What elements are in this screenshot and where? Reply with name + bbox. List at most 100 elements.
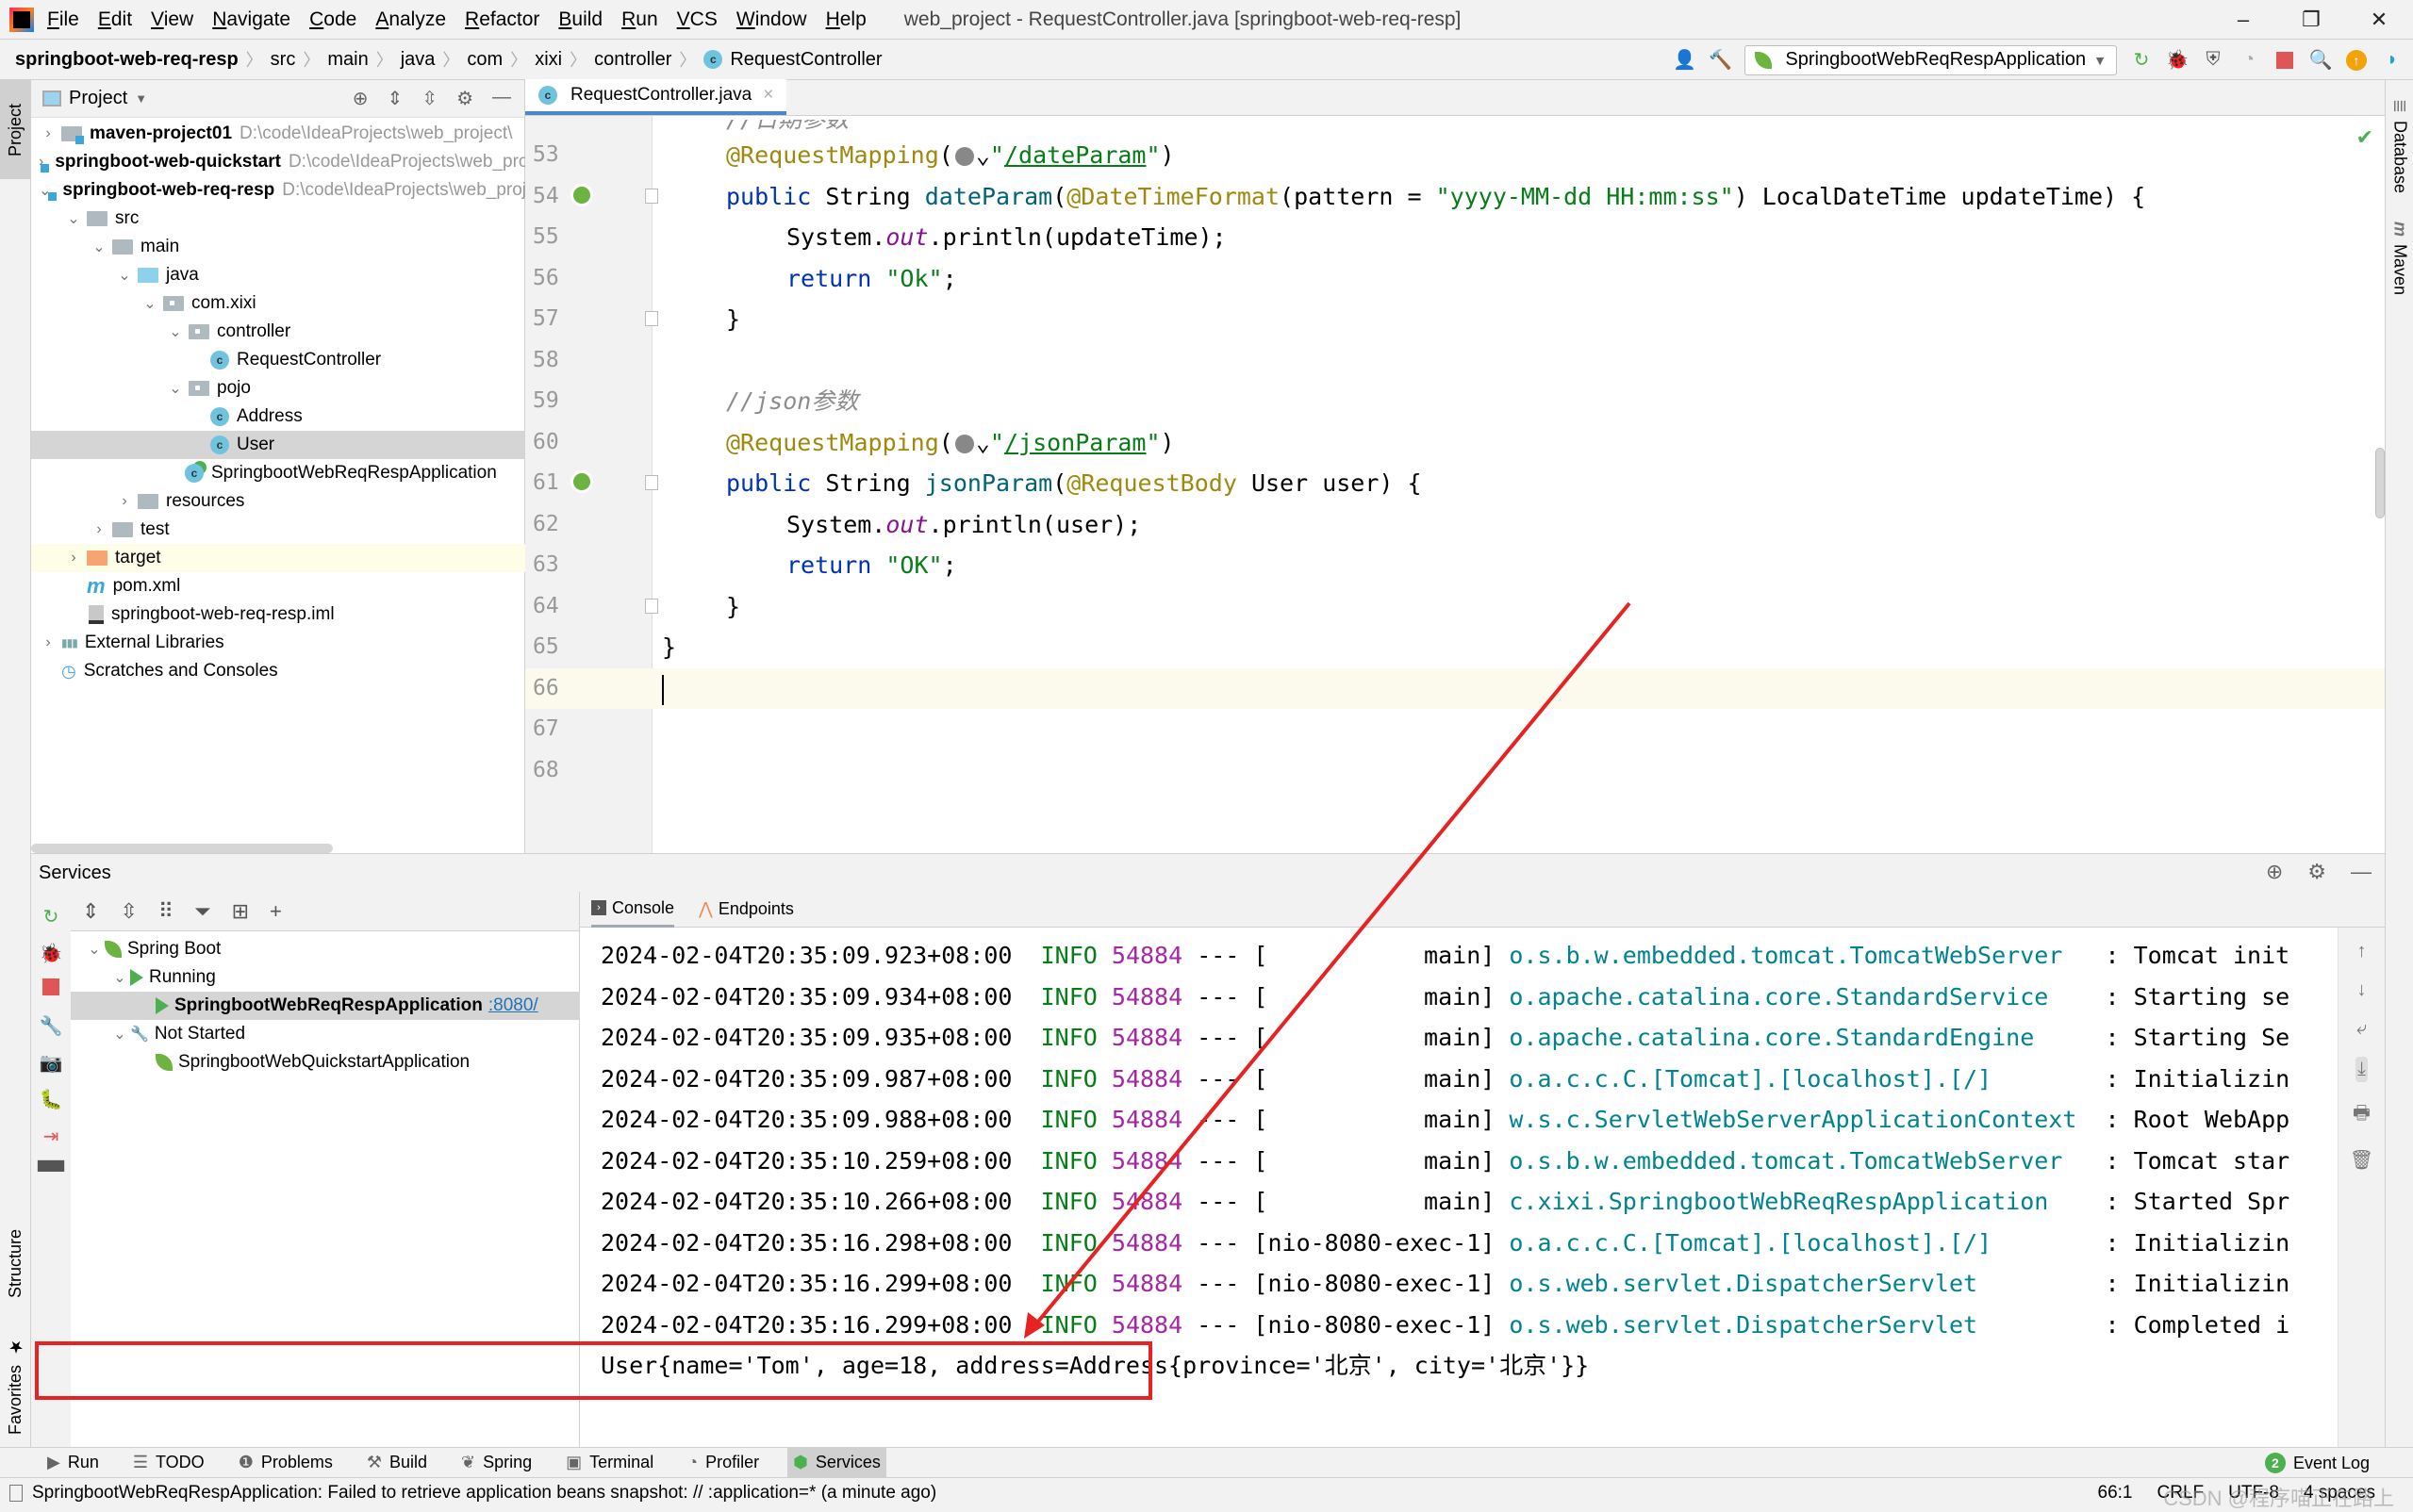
log-thread: [ main]: [1253, 1146, 1496, 1175]
log-pid: 54884: [1111, 1228, 1183, 1257]
log-line: 2024-02-04T20:35:10.259+08:00 INFO 54884…: [601, 1141, 2305, 1181]
log-timestamp: 2024-02-04T20:35:10.266+08:00: [601, 1188, 1013, 1215]
log-message: : Initializing Spring DispatcherServlet: [2105, 1228, 2305, 1257]
inspection-ok-icon[interactable]: ✔: [2356, 125, 2373, 150]
plugin-icon[interactable]: ◗: [2381, 49, 2404, 72]
log-logger: o.a.c.c.C.[Tomcat].[localhost].[/]: [1509, 1228, 2091, 1257]
log-pid: 54884: [1111, 942, 1183, 969]
log-logger: o.apache.catalina.core.StandardEngine: [1509, 1024, 2091, 1051]
log-pid: 54884: [1111, 1146, 1183, 1175]
log-level: INFO: [1040, 982, 1098, 1011]
log-line: 2024-02-04T20:35:09.934+08:00 INFO 54884…: [601, 977, 2305, 1017]
tab-database-label: Database: [2390, 121, 2410, 194]
todo-icon: ☰: [132, 1453, 149, 1471]
log-message: : Starting Servlet engine: [2105, 1024, 2305, 1051]
tab-database[interactable]: ≣ Database: [2386, 99, 2413, 212]
event-log-badge: 2: [2264, 1453, 2286, 1473]
tab-terminal-label: Terminal: [589, 1453, 654, 1471]
log-pid: 54884: [1111, 1106, 1183, 1133]
log-logger: c.xixi.SpringbootWebReqRespApplication: [1509, 1188, 2091, 1215]
log-pid: 54884: [1111, 1310, 1183, 1339]
log-pid: 54884: [1111, 1064, 1183, 1093]
run-icon: ▶: [47, 1453, 60, 1471]
log-level: INFO: [1040, 1064, 1098, 1093]
scroll-to-end-icon[interactable]: ⤓: [2355, 1057, 2368, 1082]
log-message: : Tomcat initialized with port(s): 8080 …: [2105, 942, 2305, 969]
log-line: 2024-02-04T20:35:09.988+08:00 INFO 54884…: [601, 1099, 2305, 1140]
editor-scrollbar[interactable]: [2375, 448, 2385, 518]
tab-services[interactable]: ⬢ Services: [787, 1447, 886, 1478]
log-message: : Starting service [Tomcat]: [2105, 982, 2305, 1011]
log-level: INFO: [1040, 1188, 1098, 1215]
log-message: : Initializing Servlet: [2105, 1270, 2305, 1297]
log-message: : Root WebApplicationContext: [2105, 1106, 2305, 1133]
log-message: : Completed initialization: [2105, 1310, 2290, 1339]
log-level: INFO: [1040, 1024, 1098, 1051]
log-thread: [nio-8080-exec-1]: [1253, 1310, 1496, 1339]
right-tool-strip: ≣ Database m Maven: [2385, 80, 2413, 1447]
log-timestamp: 2024-02-04T20:35:10.259+08:00: [601, 1146, 1013, 1175]
log-timestamp: 2024-02-04T20:35:16.299+08:00: [601, 1310, 1013, 1339]
scroll-up-icon[interactable]: ↑: [2357, 941, 2367, 962]
log-line: 2024-02-04T20:35:16.299+08:00 INFO 54884…: [601, 1263, 2305, 1304]
log-level: INFO: [1040, 1228, 1098, 1257]
log-thread: [ main]: [1253, 1188, 1496, 1215]
tab-run[interactable]: ▶ Run: [41, 1448, 105, 1478]
tab-maven[interactable]: m Maven: [2386, 222, 2413, 316]
tab-maven-label: Maven: [2390, 244, 2410, 296]
log-timestamp: 2024-02-04T20:35:09.987+08:00: [601, 1064, 1013, 1093]
event-log-button[interactable]: 2 Event Log: [2264, 1448, 2370, 1478]
status-message-icon: [9, 1484, 23, 1502]
bottom-tool-tabs: ▶ Run ☰ TODO ❶ Problems ⚒ Build ❦ Spring ▣ Terminal…: [0, 1447, 2413, 1478]
print-icon[interactable]: 🖶: [2353, 1099, 2371, 1131]
gear-icon[interactable]: ⚙: [2307, 860, 2326, 884]
status-message[interactable]: SpringbootWebReqRespApplication: Failed …: [32, 1483, 936, 1504]
clear-icon[interactable]: 🗑: [2350, 1148, 2373, 1172]
tab-terminal[interactable]: ▣ Terminal: [560, 1448, 659, 1478]
tab-todo-label: TODO: [156, 1453, 205, 1471]
tab-run-label: Run: [67, 1453, 99, 1471]
log-timestamp: 2024-02-04T20:35:09.923+08:00: [601, 942, 1013, 969]
database-icon: ≣: [2390, 99, 2409, 114]
console-side-actions: ↑ ↓ ⤶ ⤓ 🖶 🗑: [2338, 928, 2385, 1448]
services-icon: ⬢: [793, 1453, 808, 1471]
log-pid: 54884: [1111, 1024, 1183, 1051]
log-logger: o.s.web.servlet.DispatcherServlet: [1509, 1310, 2091, 1339]
watermark: CSDN @程序喵正在路上: [2163, 1487, 2394, 1510]
highlight-box: [35, 1341, 1152, 1400]
log-logger: o.a.c.c.C.[Tomcat].[localhost].[/]: [1509, 1064, 2091, 1093]
tab-build[interactable]: ⚒ Build: [361, 1448, 433, 1478]
log-logger: w.s.c.ServletWebServerApplicationContext: [1509, 1106, 2091, 1133]
log-logger: o.s.web.servlet.DispatcherServlet: [1509, 1270, 2091, 1297]
log-logger: o.s.b.w.embedded.tomcat.TomcatWebServer: [1509, 942, 2091, 969]
log-line: 2024-02-04T20:35:09.935+08:00 INFO 54884…: [601, 1017, 2305, 1058]
log-thread: [ main]: [1253, 1064, 1496, 1093]
tab-spring[interactable]: ❦ Spring: [455, 1448, 537, 1478]
tab-problems[interactable]: ❶ Problems: [233, 1448, 339, 1478]
event-log-label: Event Log: [2292, 1453, 2370, 1472]
log-timestamp: 2024-02-04T20:35:16.298+08:00: [601, 1228, 1013, 1257]
scroll-down-icon[interactable]: ↓: [2357, 979, 2367, 1001]
log-level: INFO: [1040, 1146, 1098, 1175]
caret-position[interactable]: 66:1: [2098, 1483, 2133, 1504]
log-thread: [nio-8080-exec-1]: [1253, 1270, 1496, 1297]
log-message: : Tomcat started on port(s): [2105, 1146, 2305, 1175]
log-level: INFO: [1040, 1106, 1098, 1133]
hide-icon[interactable]: —: [2351, 860, 2372, 884]
log-level: INFO: [1040, 1310, 1098, 1339]
console-output: 2024-02-04T20:35:09.923+08:00 INFO 54884…: [0, 0, 2305, 1442]
soft-wrap-icon[interactable]: ⤶: [2356, 1018, 2367, 1040]
update-icon[interactable]: ↑: [2345, 49, 2368, 72]
bottom-tab-list: ▶ Run ☰ TODO ❶ Problems ⚒ Build ❦ Spring ▣ Terminal…: [41, 1447, 886, 1478]
log-timestamp: 2024-02-04T20:35:16.299+08:00: [601, 1270, 1013, 1297]
log-pid: 54884: [1111, 1188, 1183, 1215]
build-icon: ⚒: [366, 1453, 382, 1471]
tab-todo[interactable]: ☰ TODO: [127, 1448, 210, 1478]
search-icon[interactable]: 🔍: [2309, 49, 2333, 72]
tab-profiler[interactable]: ◔ Profiler: [682, 1448, 765, 1478]
terminal-icon: ▣: [566, 1453, 583, 1471]
close-button[interactable]: ✕: [2345, 8, 2413, 32]
log-timestamp: 2024-02-04T20:35:09.935+08:00: [601, 1024, 1013, 1051]
log-pid: 54884: [1111, 982, 1183, 1011]
log-line: 2024-02-04T20:35:09.923+08:00 INFO 54884…: [601, 935, 2305, 976]
